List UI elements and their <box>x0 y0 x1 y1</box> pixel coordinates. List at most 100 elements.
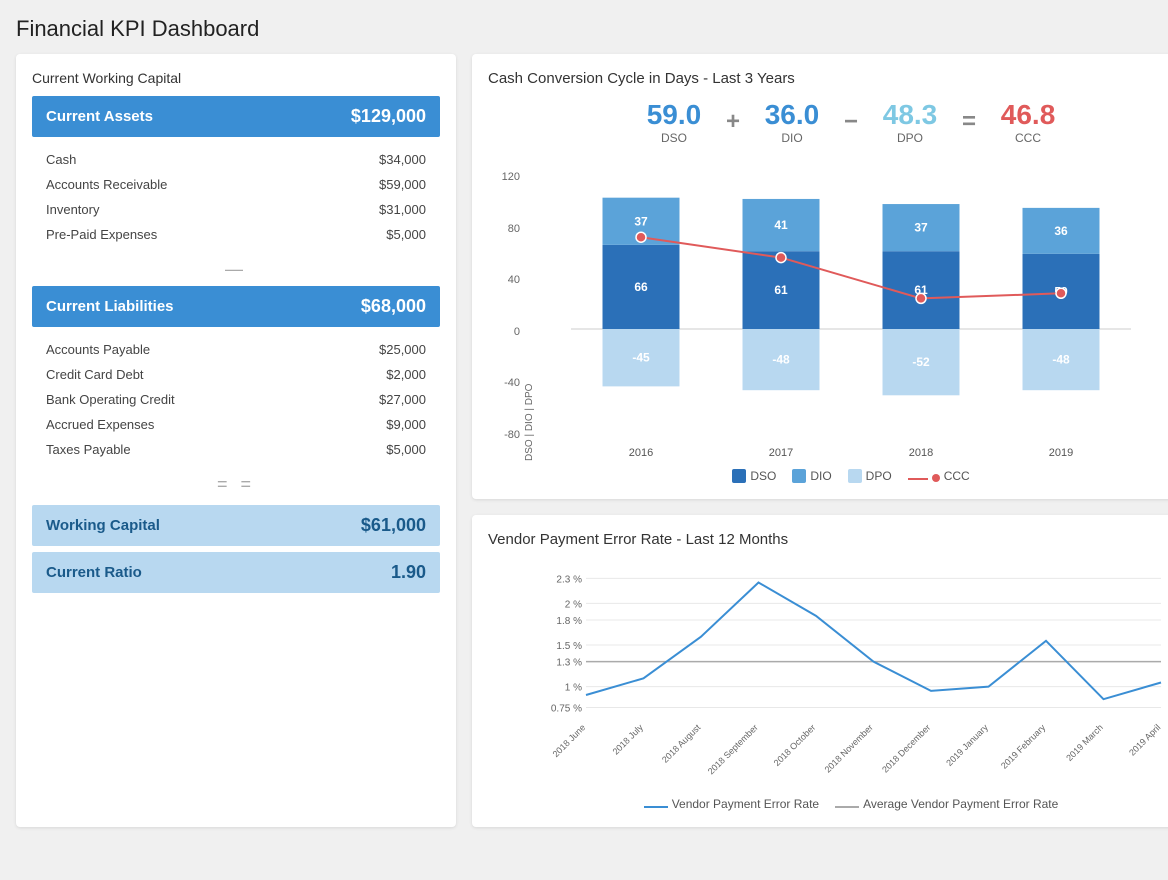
current-ratio-row: Current Ratio 1.90 <box>32 552 440 593</box>
svg-text:-45: -45 <box>632 351 650 365</box>
wc-value: $61,000 <box>361 515 426 536</box>
asset-item-label: Cash <box>46 152 76 167</box>
vendor-line-chart: 2.3 %2 %1.8 %1.5 %1.3 %1 %0.75 %2018 Jun… <box>488 560 1168 780</box>
plus-op: + <box>726 108 740 136</box>
svg-text:-48: -48 <box>772 353 790 367</box>
asset-line-item: Pre-Paid Expenses$5,000 <box>32 222 440 247</box>
svg-text:2019 February: 2019 February <box>999 722 1048 771</box>
legend-dio-label: DIO <box>810 469 831 483</box>
svg-text:1.8 %: 1.8 % <box>556 616 582 627</box>
svg-text:61: 61 <box>774 283 788 297</box>
asset-item-value: $59,000 <box>379 177 426 192</box>
minus-op: − <box>844 108 858 136</box>
dso-value: 59.0 <box>634 99 714 131</box>
liability-item-value: $9,000 <box>386 417 426 432</box>
legend-dpo-label: DPO <box>866 469 892 483</box>
left-panel: Current Working Capital Current Assets $… <box>16 54 456 827</box>
legend-ccc-line <box>908 478 928 480</box>
svg-text:2018 July: 2018 July <box>611 722 646 757</box>
svg-text:1.5 %: 1.5 % <box>556 641 582 652</box>
right-panel: Cash Conversion Cycle in Days - Last 3 Y… <box>472 54 1168 827</box>
current-assets-header: Current Assets $129,000 <box>32 96 440 137</box>
liability-line-item: Bank Operating Credit $27,000 <box>32 387 440 412</box>
svg-text:2017: 2017 <box>769 447 793 459</box>
asset-item-value: $34,000 <box>379 152 426 167</box>
svg-text:0.75 %: 0.75 % <box>551 704 582 715</box>
vendor-chart-title: Vendor Payment Error Rate - Last 12 Mont… <box>488 531 1168 548</box>
svg-text:66: 66 <box>634 280 648 294</box>
vendor-chart-card: Vendor Payment Error Rate - Last 12 Mont… <box>472 515 1168 827</box>
liability-line-item: Accrued Expenses $9,000 <box>32 412 440 437</box>
dio-value: 36.0 <box>752 99 832 131</box>
svg-text:2018: 2018 <box>909 447 933 459</box>
liability-item-label: Accounts Payable <box>46 342 150 357</box>
asset-line-item: Accounts Receivable $59,000 <box>32 172 440 197</box>
asset-line-item: Cash $34,000 <box>32 147 440 172</box>
current-assets-label: Current Assets <box>46 108 153 125</box>
svg-text:2018 October: 2018 October <box>772 722 818 768</box>
y-axis-left-label: DSO | DIO | DPO <box>524 161 535 461</box>
current-assets-value: $129,000 <box>351 106 426 127</box>
asset-line-items: Cash $34,000 Accounts Receivable $59,000 Inv… <box>32 147 440 247</box>
ccc-value: 46.8 <box>988 99 1068 131</box>
liability-item-label: Bank Operating Credit <box>46 392 175 407</box>
svg-text:2 %: 2 % <box>565 599 582 610</box>
liability-item-value: $27,000 <box>379 392 426 407</box>
dio-label: DIO <box>752 131 832 145</box>
asset-item-value: $5,000 <box>386 227 426 242</box>
legend-dio-color <box>792 469 806 483</box>
cr-label: Current Ratio <box>46 564 142 581</box>
svg-text:2018 November: 2018 November <box>823 722 875 774</box>
working-capital-row: Working Capital $61,000 <box>32 505 440 546</box>
liability-item-label: Accrued Expenses <box>46 417 154 432</box>
dso-label: DSO <box>634 131 714 145</box>
asset-item-label: Accounts Receivable <box>46 177 167 192</box>
dpo-metric: 48.3 DPO <box>870 99 950 145</box>
svg-text:37: 37 <box>914 221 928 235</box>
vendor-legend-line2: Average Vendor Payment Error Rate <box>835 797 1058 811</box>
equals-op: = <box>962 108 976 136</box>
asset-item-label: Inventory <box>46 202 99 217</box>
ccc-chart-title: Cash Conversion Cycle in Days - Last 3 Y… <box>488 70 1168 87</box>
legend-dso-label: DSO <box>750 469 776 483</box>
svg-text:2018 June: 2018 June <box>551 722 588 759</box>
ccc-metric: 46.8 CCC <box>988 99 1068 145</box>
vendor-line2-color <box>835 806 859 808</box>
cr-value: 1.90 <box>391 562 426 583</box>
vendor-legend-line1: Vendor Payment Error Rate <box>644 797 819 811</box>
svg-text:1 %: 1 % <box>565 683 582 694</box>
svg-text:2.3 %: 2.3 % <box>556 574 582 585</box>
svg-text:41: 41 <box>774 218 788 232</box>
main-layout: Current Working Capital Current Assets $… <box>16 54 1152 827</box>
svg-text:-52: -52 <box>912 355 930 369</box>
liability-item-value: $2,000 <box>386 367 426 382</box>
dso-metric: 59.0 DSO <box>634 99 714 145</box>
ccc-metrics-row: 59.0 DSO + 36.0 DIO − 48.3 DPO = 46.8 CC… <box>488 99 1168 145</box>
ccc-legend: DSO DIO DPO CCC <box>488 469 1168 483</box>
svg-text:37: 37 <box>634 214 648 228</box>
current-liabilities-value: $68,000 <box>361 296 426 317</box>
working-capital-section: Working Capital $61,000 Current Ratio 1.… <box>32 505 440 593</box>
liability-item-value: $5,000 <box>386 442 426 457</box>
legend-ccc: CCC <box>908 469 970 483</box>
ccc-chart-card: Cash Conversion Cycle in Days - Last 3 Y… <box>472 54 1168 499</box>
asset-item-value: $31,000 <box>379 202 426 217</box>
svg-text:2016: 2016 <box>629 447 653 459</box>
ccc-bar-chart: -4566372016-4861412017-5261372018-485936… <box>539 161 1163 461</box>
liability-line-items: Accounts Payable $25,000 Credit Card Debt $… <box>32 337 440 462</box>
legend-dio: DIO <box>792 469 831 483</box>
legend-ccc-dot <box>932 474 940 482</box>
asset-line-item: Inventory $31,000 <box>32 197 440 222</box>
svg-text:2018 August: 2018 August <box>660 722 703 765</box>
liability-item-value: $25,000 <box>379 342 426 357</box>
liability-item-label: Taxes Payable <box>46 442 131 457</box>
svg-text:2018 September: 2018 September <box>706 722 760 776</box>
svg-text:2018 December: 2018 December <box>880 722 932 774</box>
liability-item-label: Credit Card Debt <box>46 367 144 382</box>
svg-text:36: 36 <box>1054 224 1068 238</box>
legend-dso-color <box>732 469 746 483</box>
current-liabilities-header: Current Liabilities $68,000 <box>32 286 440 327</box>
liability-line-item: Credit Card Debt $2,000 <box>32 362 440 387</box>
dpo-value: 48.3 <box>870 99 950 131</box>
minus-separator: — <box>32 259 440 280</box>
